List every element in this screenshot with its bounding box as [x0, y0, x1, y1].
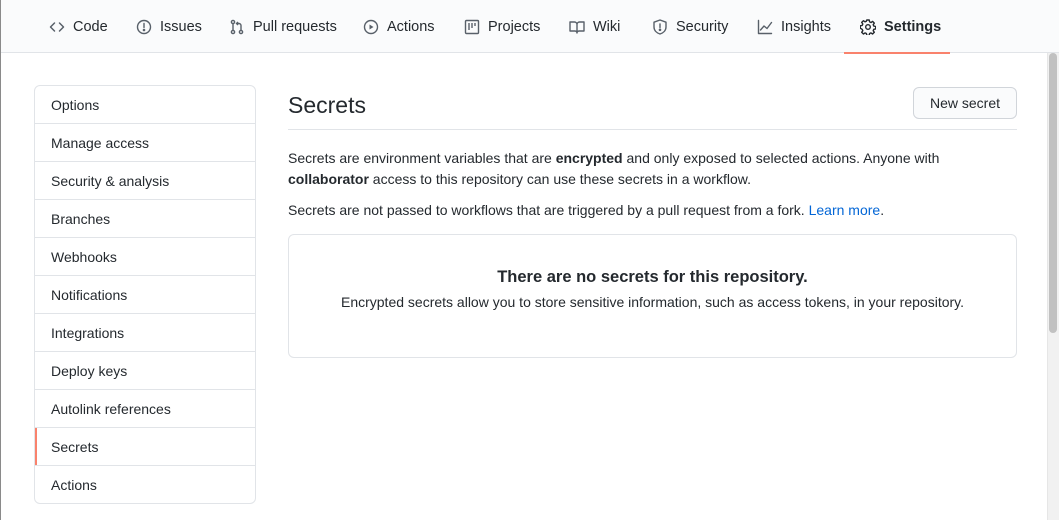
gear-icon — [860, 18, 876, 35]
tab-projects[interactable]: Projects — [456, 0, 548, 53]
desc-emphasis-encrypted: encrypted — [555, 150, 623, 166]
sidebar-item-deploy-keys[interactable]: Deploy keys — [35, 352, 255, 390]
desc-text: Secrets are environment variables that a… — [288, 150, 556, 166]
empty-state-title: There are no secrets for this repository… — [497, 268, 808, 286]
tab-label: Settings — [884, 18, 942, 35]
pull-request-icon — [229, 19, 245, 35]
tab-label: Insights — [781, 18, 831, 35]
learn-more-link[interactable]: Learn more — [809, 202, 881, 218]
secrets-panel: Secrets New secret Secrets are environme… — [288, 85, 1017, 358]
tab-label: Security — [676, 18, 729, 35]
tab-settings[interactable]: Settings — [844, 0, 950, 54]
issue-icon — [136, 19, 152, 35]
sidebar-item-autolink-references[interactable]: Autolink references — [35, 390, 255, 428]
graph-icon — [757, 19, 773, 35]
code-icon — [49, 19, 65, 35]
fork-note-period: . — [880, 202, 885, 218]
sidebar-item-options[interactable]: Options — [35, 86, 255, 124]
tab-issues[interactable]: Issues — [128, 0, 210, 53]
project-icon — [464, 19, 480, 35]
sidebar-item-secrets[interactable]: Secrets — [35, 428, 255, 466]
sidebar-item-manage-access[interactable]: Manage access — [35, 124, 255, 162]
page-title: Secrets — [288, 92, 366, 118]
tab-security[interactable]: Security — [644, 0, 736, 53]
tab-label: Wiki — [593, 18, 621, 35]
desc-text: access to this repository can use these … — [368, 171, 751, 187]
tab-label: Pull requests — [253, 18, 337, 35]
tab-label: Projects — [488, 18, 541, 35]
new-secret-button[interactable]: New secret — [912, 87, 1017, 119]
vertical-scrollbar[interactable] — [1047, 53, 1059, 520]
sidebar-item-branches[interactable]: Branches — [35, 200, 255, 238]
tab-label: Code — [73, 18, 108, 35]
sidebar-item-security-analysis[interactable]: Security & analysis — [35, 162, 255, 200]
sidebar-item-notifications[interactable]: Notifications — [35, 276, 255, 314]
empty-state: There are no secrets for this repository… — [288, 234, 1017, 358]
tab-label: Issues — [160, 18, 202, 35]
shield-icon — [652, 18, 668, 35]
sidebar-item-webhooks[interactable]: Webhooks — [35, 238, 255, 276]
fork-note-text: Secrets are not passed to workflows that… — [288, 202, 809, 218]
tab-insights[interactable]: Insights — [749, 0, 839, 53]
tab-label: Actions — [387, 18, 435, 35]
desc-text: and only exposed to selected actions. An… — [622, 150, 940, 166]
tab-code[interactable]: Code — [41, 0, 116, 53]
repo-nav: Code Issues Pull requests Actions Projec… — [1, 0, 1059, 54]
settings-sidebar: Options Manage access Security & analysi… — [34, 85, 256, 504]
subhead: Secrets New secret — [288, 85, 1017, 130]
secrets-description: Secrets are environment variables that a… — [288, 148, 1017, 190]
tab-actions[interactable]: Actions — [355, 0, 443, 53]
book-icon — [569, 19, 585, 35]
tab-wiki[interactable]: Wiki — [561, 0, 628, 53]
desc-emphasis-collaborator: collaborator — [288, 171, 369, 187]
sidebar-item-integrations[interactable]: Integrations — [35, 314, 255, 352]
browser-viewport: Code Issues Pull requests Actions Projec… — [0, 0, 1059, 520]
fork-note: Secrets are not passed to workflows that… — [288, 200, 1017, 221]
empty-state-text: Encrypted secrets allow you to store sen… — [340, 294, 965, 310]
scrollbar-thumb[interactable] — [1049, 53, 1057, 333]
tab-pull-requests[interactable]: Pull requests — [221, 0, 345, 53]
sidebar-item-actions[interactable]: Actions — [35, 466, 255, 503]
play-icon — [363, 19, 379, 35]
